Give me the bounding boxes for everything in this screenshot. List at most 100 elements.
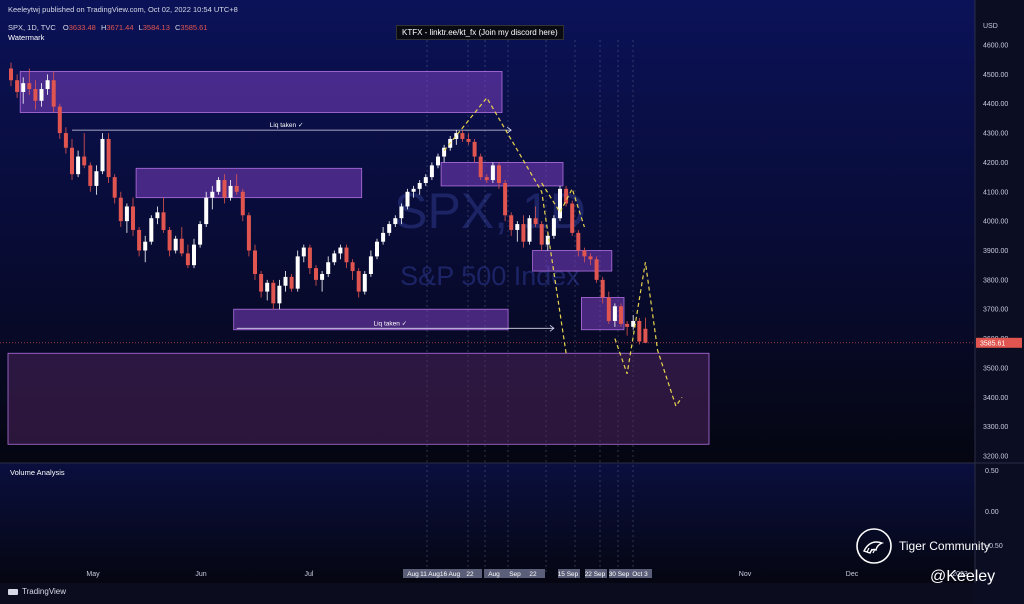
- price-axis-tick: 4300.00: [983, 131, 1008, 138]
- candle-body: [39, 89, 44, 101]
- candle-body: [283, 276, 288, 286]
- candle-body: [612, 306, 617, 321]
- candle-body: [387, 224, 392, 233]
- zone-box[interactable]: [19, 71, 503, 113]
- candle-body: [375, 241, 379, 257]
- candle-body: [265, 282, 270, 292]
- candle-body: [259, 273, 264, 292]
- candle-body: [82, 156, 87, 166]
- candle-body: [381, 232, 386, 242]
- candle-body: [149, 218, 154, 242]
- candle-body: [57, 106, 62, 134]
- candle-body: [515, 224, 520, 230]
- author-handle: @Keeley: [930, 568, 996, 585]
- price-axis-tick: 4600.00: [983, 43, 1008, 50]
- candle-body: [295, 256, 300, 289]
- candle-body: [338, 247, 343, 254]
- candle-body: [246, 215, 251, 251]
- candle-body: [45, 80, 50, 90]
- candle-body: [88, 165, 93, 186]
- candle-body: [27, 83, 32, 90]
- candle-body: [539, 224, 544, 245]
- candle-body: [314, 268, 318, 280]
- candle-body: [576, 232, 581, 251]
- candle-body: [472, 141, 477, 157]
- candle-body: [185, 253, 190, 266]
- candle-body: [70, 147, 74, 175]
- volume-pane-bg: [0, 463, 975, 583]
- crosshair-label: 30 Sep: [609, 571, 630, 578]
- liquidity-label: Liq taken ✓: [270, 122, 304, 129]
- chart-root: SPX, 1D S&P 500 Index Liq taken ✓ Liq take…: [0, 0, 1024, 604]
- price-axis-tick: 4400.00: [983, 101, 1008, 108]
- chart-canvas[interactable]: SPX, 1DS&P 500 Index Liq taken ✓ Liq take…: [0, 0, 1024, 604]
- candle-body: [173, 238, 178, 251]
- zone-box[interactable]: [233, 308, 509, 331]
- open-value: 3633.48: [68, 23, 96, 32]
- price-axis-bg: [975, 0, 1024, 604]
- symbol-ohlc[interactable]: SPX, 1D, TVC O3633.48 H3671.44 L3584.13 …: [8, 23, 208, 32]
- crosshair-label: 22 Sep: [585, 571, 606, 578]
- crosshair-label: Aug: [407, 571, 419, 578]
- price-axis-tick: 4500.00: [983, 72, 1008, 79]
- current-price-tag-text: 3585.61: [980, 340, 1005, 347]
- candle-body: [527, 218, 532, 242]
- candle-body: [411, 188, 416, 192]
- zone-box[interactable]: [7, 352, 710, 445]
- crosshair-label: Oct 3: [632, 571, 648, 578]
- candle-body: [399, 206, 404, 219]
- candle-body: [362, 273, 367, 292]
- candle-body: [15, 80, 20, 92]
- crosshair-label: 15 Sep: [558, 571, 579, 578]
- candle-body: [588, 256, 593, 260]
- price-axis-tick: 3300.00: [983, 424, 1008, 431]
- tiger-community-label: Tiger Community: [899, 539, 990, 553]
- candle-body: [356, 271, 361, 292]
- tiger-community-brand: Tiger Community: [855, 527, 990, 565]
- candle-body: [332, 253, 337, 263]
- candle-body: [521, 224, 526, 242]
- close-value: 3585.61: [180, 23, 208, 32]
- candle-body: [405, 191, 410, 207]
- candle-body: [558, 188, 562, 219]
- promo-banner: KTFX - linktr.ee/kt_fx (Join my discord …: [396, 25, 564, 40]
- time-axis-tick: Nov: [739, 571, 752, 578]
- liquidity-label: Liq taken ✓: [373, 320, 407, 327]
- candle-body: [124, 206, 129, 222]
- price-axis-tick: 3200.00: [983, 454, 1008, 461]
- candle-body: [131, 206, 135, 230]
- tradingview-label: TradingView: [22, 587, 67, 596]
- candle-body: [509, 215, 514, 230]
- tradingview-brand[interactable]: TradingView: [8, 587, 66, 596]
- zone-box[interactable]: [135, 167, 363, 199]
- zone-box[interactable]: [532, 250, 613, 272]
- volume-panel-title[interactable]: Volume Analysis: [10, 468, 65, 477]
- candle-body: [619, 306, 623, 324]
- candle-body: [625, 323, 630, 327]
- candle-body: [21, 83, 26, 92]
- watermark-indicator-label[interactable]: Watermark: [8, 33, 44, 42]
- candle-body: [301, 247, 306, 257]
- symbol-line[interactable]: SPX, 1D, TVC: [8, 23, 56, 32]
- candle-body: [204, 197, 209, 225]
- candle-body: [222, 180, 227, 198]
- price-axis-unit: USD: [983, 23, 998, 30]
- candle-body: [179, 238, 184, 254]
- candle-body: [76, 156, 81, 175]
- crosshair-label: 22: [529, 571, 537, 578]
- price-axis-tick: 4000.00: [983, 219, 1008, 226]
- candle-body: [393, 218, 398, 225]
- high-value: 3671.44: [106, 23, 134, 32]
- candle-body: [51, 80, 56, 107]
- candle-body: [161, 212, 166, 230]
- zone-box[interactable]: [440, 162, 564, 187]
- candle-body: [594, 259, 599, 280]
- candle-body: [637, 320, 642, 342]
- time-axis-tick: Jul: [305, 571, 314, 578]
- candle-body: [167, 229, 172, 251]
- symbol-watermark: SPX, 1DS&P 500 Index: [394, 183, 586, 291]
- candle-body: [33, 89, 38, 101]
- candle-body: [570, 203, 575, 233]
- price-axis-tick: 3800.00: [983, 277, 1008, 284]
- candle-body: [289, 276, 294, 289]
